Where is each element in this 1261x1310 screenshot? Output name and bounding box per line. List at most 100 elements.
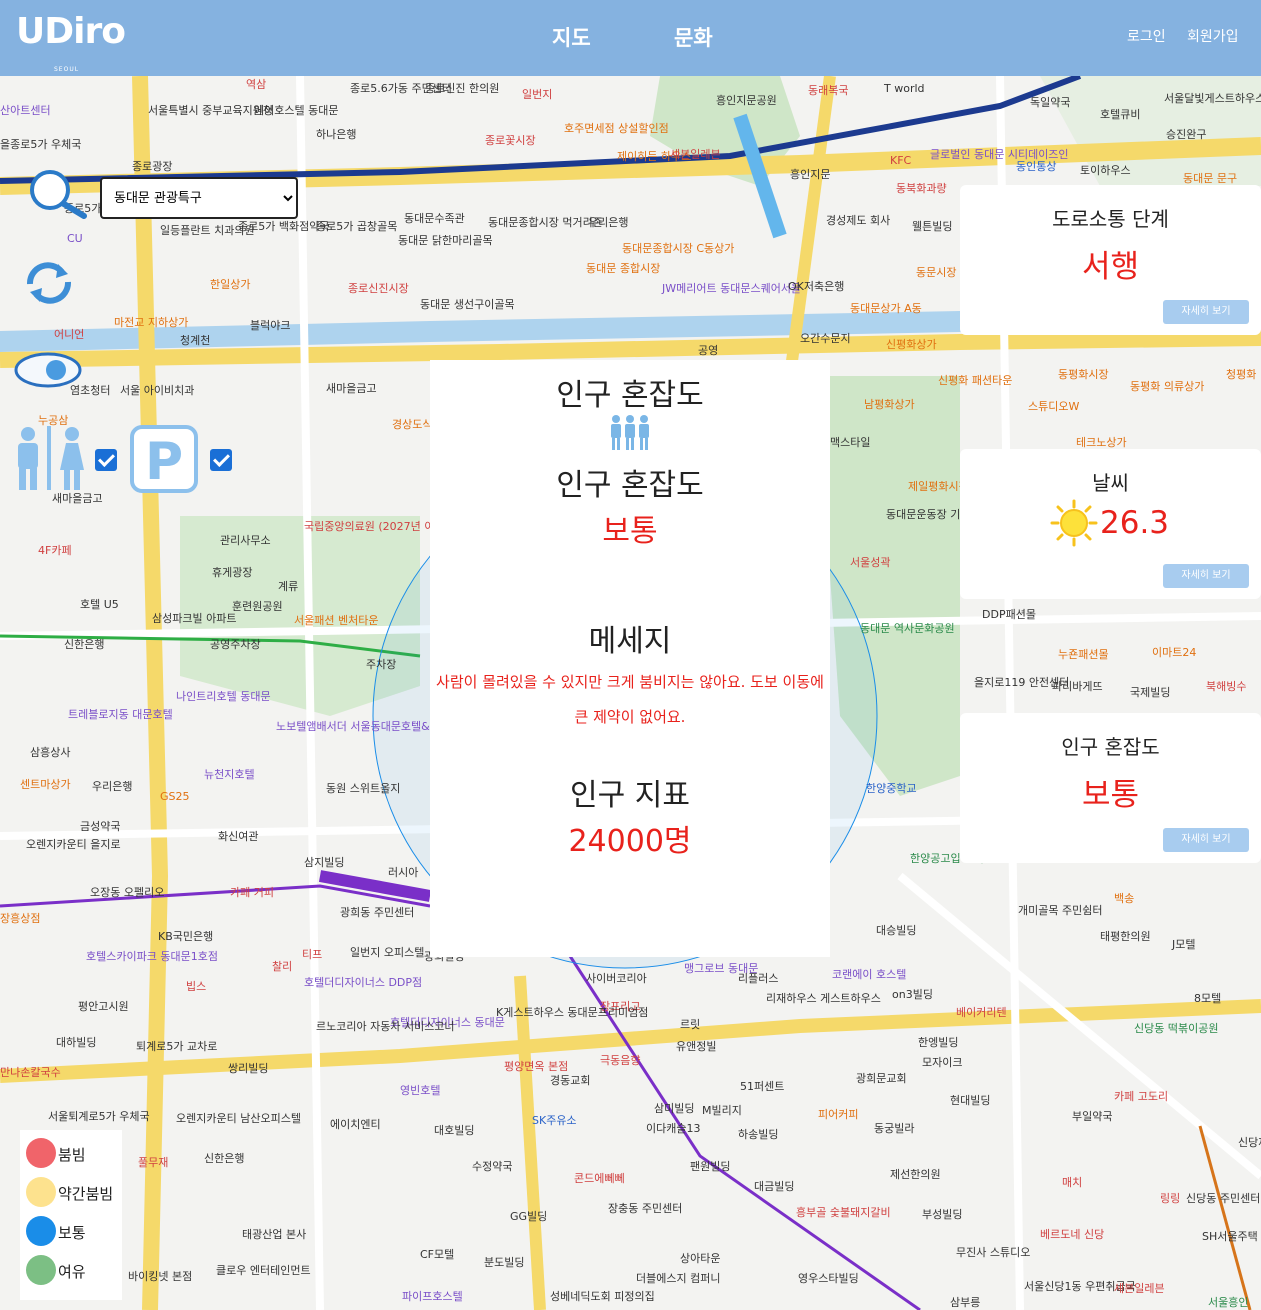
legend-label: 보통 bbox=[58, 1224, 86, 1242]
congestion-detail-button[interactable]: 자세히 보기 bbox=[1163, 828, 1249, 852]
map-label: 을종로5가 우체국 bbox=[0, 138, 82, 151]
map-label: 북해빙수 bbox=[1206, 680, 1247, 693]
map-label: 경성제도 회사 bbox=[826, 214, 891, 227]
map-label: 삼흥상사 bbox=[30, 746, 71, 759]
map-label: 동대문수족관 bbox=[404, 212, 465, 225]
weather-detail-button[interactable]: 자세히 보기 bbox=[1163, 564, 1249, 588]
district-select[interactable]: 동대문 관광특구 bbox=[100, 177, 298, 219]
map-label: 새마을금고 bbox=[326, 382, 377, 395]
map-label: 센트마상가 bbox=[20, 778, 71, 791]
map-label: 호텔 U5 bbox=[80, 598, 119, 611]
map-label: 쌍리빌딩 bbox=[228, 1062, 269, 1075]
map-label: 만나손칼국수 bbox=[0, 1066, 61, 1079]
map-label: 청평화 bbox=[1226, 368, 1257, 381]
map-label: 웰튼빌딩 bbox=[912, 220, 953, 233]
population-value: 24000명 bbox=[568, 824, 692, 859]
congestion-label: 인구 혼잡도 bbox=[556, 468, 704, 503]
map-label: 서울흥인 bbox=[1208, 1296, 1249, 1309]
map-label: 국제빌딩 bbox=[1130, 686, 1171, 699]
restroom-icon bbox=[8, 426, 90, 494]
map-label: 역삼 bbox=[246, 78, 267, 91]
refresh-icon[interactable] bbox=[22, 262, 76, 308]
congestion-card: 인구 혼잡도 보통 자세히 보기 bbox=[960, 713, 1261, 863]
map-label: 청계천 bbox=[180, 334, 211, 347]
map-label: T world bbox=[884, 82, 925, 95]
panel-heading: 인구 혼잡도 bbox=[556, 378, 704, 413]
udiro-logo[interactable]: UDiro SEOUL bbox=[16, 14, 126, 74]
map-label: J모텔 bbox=[1172, 938, 1196, 951]
map-label: 빕스 bbox=[186, 980, 207, 993]
view-toggle-icon[interactable] bbox=[14, 350, 86, 394]
map-label: 티프 bbox=[302, 948, 323, 961]
map-label: 공영 bbox=[698, 344, 719, 357]
map-label: 동대문 문구 bbox=[1183, 172, 1238, 185]
map-label: 오렌지카운티 남산오피스텔 bbox=[176, 1112, 301, 1125]
map-label: 신당제1 bbox=[1238, 1136, 1261, 1149]
map-label: 제선한의원 bbox=[890, 1168, 941, 1181]
my-location-icon[interactable] bbox=[24, 170, 88, 224]
map-label: 동대문 생선구이골목 bbox=[420, 298, 515, 311]
map-label: 광희동 주민센터 bbox=[340, 906, 415, 919]
map-label: 동대문 역사문화공원 bbox=[860, 622, 955, 635]
map-label: 신평화상가 bbox=[886, 338, 937, 351]
signup-link[interactable]: 회원가입 bbox=[1187, 26, 1239, 46]
map-label: 한양중학교 bbox=[866, 782, 917, 795]
map-label: 서울달빛게스트하우스 동대문 bbox=[1164, 92, 1261, 105]
map-label: 누죤패션몰 bbox=[1058, 648, 1109, 661]
map-label: 동원 스위트올지 bbox=[326, 782, 401, 795]
login-link[interactable]: 로그인 bbox=[1127, 26, 1166, 46]
map-label: 토이하우스 bbox=[1080, 164, 1131, 177]
map-label: 일번지 오피스텔 bbox=[350, 946, 425, 959]
parking-checkbox[interactable] bbox=[210, 449, 232, 471]
map-label: 개미골목 주민쉼터 bbox=[1018, 904, 1103, 917]
legend-label: 붐빔 bbox=[58, 1146, 86, 1164]
map-label: 주차장 bbox=[366, 658, 397, 671]
map-label: 종로5가 곱창골목 bbox=[316, 220, 398, 233]
sun-icon bbox=[1050, 499, 1098, 551]
map-label: 링링 bbox=[1160, 1192, 1181, 1205]
map-label: 한일상가 bbox=[210, 278, 251, 291]
map-label: 호텔스카이파크 동대문1호점 bbox=[86, 950, 218, 963]
legend-dot-normal bbox=[26, 1216, 56, 1246]
map-label: 동궁빌라 bbox=[874, 1122, 915, 1135]
map-label: 하송빌딩 bbox=[738, 1128, 779, 1141]
map-label: 대금빌딩 bbox=[754, 1180, 795, 1193]
restroom-checkbox[interactable] bbox=[95, 449, 117, 471]
map-label: 종로신진시장 bbox=[348, 282, 409, 295]
map-label: 훈련원공원 bbox=[232, 600, 283, 613]
map-label: 51퍼센트 bbox=[740, 1080, 785, 1093]
map-label: 하나은행 bbox=[316, 128, 357, 141]
legend-dot-slightly-crowded bbox=[26, 1177, 56, 1207]
map-label: 신한은행 bbox=[64, 638, 105, 651]
map-label: 풀무재 bbox=[138, 1156, 169, 1169]
map-label: GS25 bbox=[160, 790, 190, 803]
map-label: 경상도식 bbox=[392, 418, 433, 431]
map-label: 부일약국 bbox=[1072, 1110, 1113, 1123]
app-header: UDiro SEOUL 지도 문화 로그인 회원가입 bbox=[0, 0, 1261, 76]
map-label: 유앤정빌 bbox=[676, 1040, 717, 1053]
map-label: 르릿 bbox=[680, 1018, 701, 1031]
traffic-detail-button[interactable]: 자세히 보기 bbox=[1163, 300, 1249, 324]
map-label: 평안고시원 bbox=[78, 1000, 129, 1013]
weather-value: 26.3 bbox=[1100, 505, 1170, 541]
map-label: 극동음향 bbox=[600, 1054, 641, 1067]
logo-subtitle: SEOUL bbox=[54, 66, 80, 73]
parking-icon: P bbox=[130, 425, 198, 497]
map-label: 흥부골 숯불돼지갈비 bbox=[796, 1206, 891, 1219]
map-label: JW메리어트 동대문스퀘어서울 bbox=[662, 282, 802, 295]
congestion-panel: 인구 혼잡도 인구 혼잡도 보통 메세지 사람이 몰려있을 수 있지만 크게 붐… bbox=[430, 360, 830, 957]
map-label: 카페 거피 bbox=[230, 886, 274, 899]
map-label: 수정약국 bbox=[472, 1160, 513, 1173]
map-label: 매치 bbox=[1062, 1176, 1083, 1189]
map-label: 퇴계로5가 교차로 bbox=[136, 1040, 218, 1053]
nav-culture[interactable]: 문화 bbox=[674, 22, 713, 52]
message-text: 사람이 몰려있을 수 있지만 크게 붐비지는 않아요. 도보 이동에 큰 제약이… bbox=[436, 673, 824, 726]
traffic-title: 도로소통 단계 bbox=[1052, 207, 1169, 231]
map-label: 부성빌딩 bbox=[922, 1208, 963, 1221]
map-label: 금성약국 bbox=[80, 820, 121, 833]
map-label: 세븐일레븐 bbox=[1114, 1282, 1165, 1295]
map-label: 호텔큐비 bbox=[1100, 108, 1141, 121]
weather-title: 날씨 bbox=[1092, 471, 1129, 495]
map-label: 신당동 주민센터 bbox=[1186, 1192, 1261, 1205]
nav-map[interactable]: 지도 bbox=[552, 22, 591, 52]
